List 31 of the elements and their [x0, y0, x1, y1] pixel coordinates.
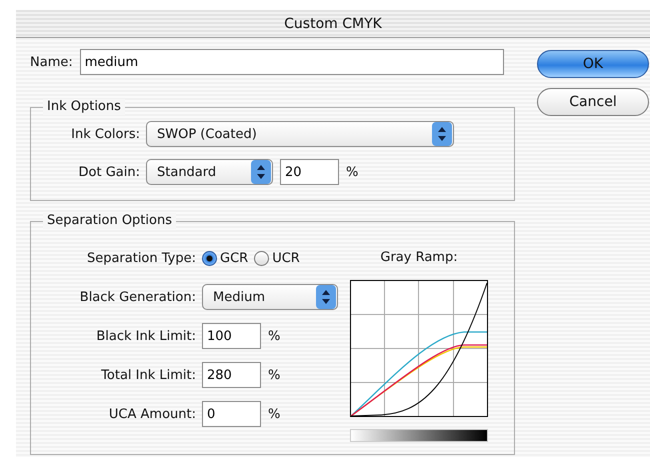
- unit-label: %: [268, 328, 280, 344]
- name-label: Name:: [30, 54, 73, 70]
- ink-colors-popup[interactable]: SWOP (Coated): [146, 121, 454, 147]
- limit-field[interactable]: 280: [202, 362, 261, 388]
- up-down-arrows-icon: [316, 285, 336, 309]
- field-label: Black Ink Limit:: [95, 328, 196, 344]
- radio-option[interactable]: GCR: [202, 250, 248, 266]
- dialog-button[interactable]: OK: [537, 50, 649, 78]
- radio-option[interactable]: UCR: [254, 250, 300, 266]
- group-title: Ink Options: [43, 99, 125, 115]
- unit-label: %: [268, 368, 280, 382]
- up-down-arrows-icon: [251, 160, 271, 184]
- limit-field[interactable]: 100: [202, 323, 261, 349]
- field-label: Separation Type:: [86, 250, 196, 266]
- up-down-arrows-icon: [432, 122, 452, 146]
- unit-label: %: [268, 406, 280, 422]
- name-field[interactable]: medium: [80, 49, 504, 75]
- window-title: Custom CMYK: [284, 16, 382, 32]
- field-label: UCA Amount:: [108, 406, 196, 422]
- field-label: Black Generation:: [78, 290, 196, 304]
- dot-gain-popup[interactable]: Standard: [146, 159, 273, 185]
- field-label: Dot Gain:: [78, 164, 140, 180]
- dialog-button[interactable]: Cancel: [537, 88, 649, 116]
- dot-gain-field[interactable]: 20: [280, 159, 339, 185]
- field-label: Total Ink Limit:: [100, 368, 196, 382]
- limit-field[interactable]: 0: [202, 401, 261, 427]
- unit-label: %: [346, 164, 358, 180]
- field-label: Ink Colors:: [70, 126, 140, 142]
- generation-popup[interactable]: Medium: [202, 284, 338, 310]
- group-title: Separation Options: [43, 213, 176, 229]
- ramp-label: Gray Ramp:: [379, 249, 459, 267]
